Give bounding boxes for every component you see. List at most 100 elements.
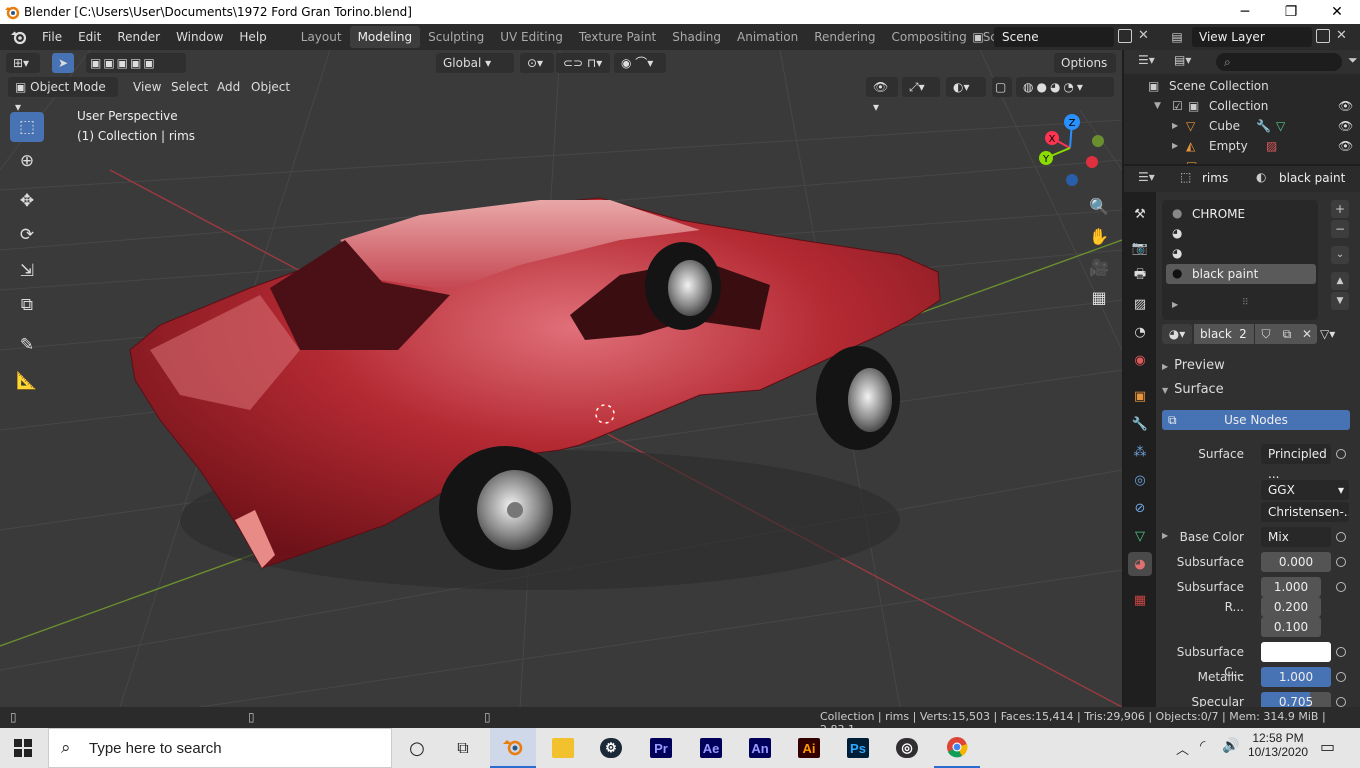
outliner-panel[interactable]: ☰▾ ▤▾ ⌕ ⏷ ▣ Scene Collection ▼ ☑ ▣ Colle… (1124, 50, 1360, 164)
duplicate-material-icon[interactable]: ⧉ (1277, 324, 1297, 344)
visibility-icon[interactable]: 👁▾ (866, 77, 898, 114)
notifications-icon[interactable]: ▭ (1320, 737, 1335, 756)
select-tool-icon[interactable]: ➤ (52, 53, 74, 73)
subsurface-field[interactable]: 0.000 (1261, 552, 1331, 572)
view-layer-icon[interactable]: ▤ (1164, 27, 1190, 47)
empty-visibility-icon[interactable]: 👁 (1338, 136, 1353, 156)
outliner-row-partial[interactable]: ▣ (1124, 156, 1360, 164)
new-scene-icon[interactable] (1118, 29, 1132, 43)
taskbar-premiere[interactable]: Pr (638, 728, 684, 768)
filter-icon[interactable]: ⏷ (1348, 53, 1358, 68)
slot-specials-button[interactable]: ⌄ (1331, 246, 1349, 264)
measure-tool[interactable]: 📐 (10, 366, 44, 396)
tab-texture-paint[interactable]: Texture Paint (571, 26, 664, 48)
scene-icon[interactable]: ▣ (966, 27, 990, 47)
task-view-button[interactable]: ⧉ (440, 728, 486, 768)
menu-file[interactable]: File (34, 24, 70, 50)
proportional-edit-icon[interactable]: ◉ ⌒▾ (614, 53, 666, 73)
navigation-gizmo[interactable]: Z X Y (1030, 110, 1110, 190)
rotate-tool[interactable]: ⟳ (10, 220, 44, 250)
cursor-tool[interactable]: ⊕ (10, 146, 44, 176)
subsurface-color-swatch[interactable] (1261, 642, 1331, 662)
transform-orientation-dropdown[interactable]: Global ▾ (436, 53, 514, 73)
tab-animation[interactable]: Animation (729, 26, 806, 48)
tab-shading[interactable]: Shading (664, 26, 729, 48)
editor-type-icon[interactable]: ⊞▾ (6, 53, 40, 73)
subsurface-color-socket-icon[interactable] (1336, 647, 1346, 657)
preview-panel-header[interactable]: ▶ Preview (1162, 356, 1360, 376)
outliner-row-cube[interactable]: ▶ ▽ Cube 🔧 ▽ 👁 (1124, 116, 1360, 136)
mesh-data-tab-icon[interactable]: ▽ (1128, 524, 1152, 548)
select-mode-icons[interactable]: ▣▣▣▣▣ (86, 53, 186, 73)
display-mode-icon[interactable]: ▤▾ (1174, 53, 1191, 67)
tab-uv-editing[interactable]: UV Editing (492, 26, 571, 48)
taskbar-illustrator[interactable]: Ai (786, 728, 832, 768)
texture-tab-icon[interactable]: ▦ (1128, 588, 1152, 612)
view-layer-tab-icon[interactable]: ▨ (1128, 292, 1152, 316)
maximize-button[interactable]: ❐ (1268, 0, 1314, 24)
menu-window[interactable]: Window (168, 24, 231, 50)
base-color-socket-icon[interactable] (1336, 532, 1346, 542)
snap-icon[interactable]: ⊂⊃ ⊓▾ (556, 53, 610, 73)
taskbar-search-box[interactable]: ⌕ Type here to search (48, 728, 392, 768)
volume-icon[interactable]: 🔊 (1222, 738, 1239, 754)
subsurface-radius-y[interactable]: 0.200 (1261, 597, 1321, 617)
move-slot-down-button[interactable]: ▼ (1331, 292, 1349, 310)
use-nodes-button[interactable]: ⧉ Use Nodes (1162, 410, 1350, 430)
blender-menu-icon[interactable] (10, 29, 28, 45)
base-color-field[interactable]: Mix (1261, 527, 1331, 547)
outliner-row-scene-collection[interactable]: ▣ Scene Collection (1124, 76, 1360, 96)
remove-slot-button[interactable]: − (1331, 220, 1349, 238)
menu-object[interactable]: Object (251, 77, 290, 97)
material-tab-icon[interactable]: ◕ (1128, 552, 1152, 576)
tab-sculpting[interactable]: Sculpting (420, 26, 492, 48)
constraints-tab-icon[interactable]: ⊘ (1128, 496, 1152, 520)
user-count-field[interactable]: 2 (1232, 324, 1254, 344)
pan-hand-icon[interactable]: ✋ (1084, 222, 1114, 250)
gizmo-toggle-icon[interactable]: ⤢▾ (902, 77, 940, 97)
start-button[interactable] (0, 728, 46, 768)
fake-user-icon[interactable]: ⛉ (1255, 324, 1277, 344)
menu-view[interactable]: View (133, 77, 161, 97)
physics-tab-icon[interactable]: ◎ (1128, 468, 1152, 492)
tray-overflow-icon[interactable]: ︿ (1176, 739, 1189, 758)
cube-visibility-icon[interactable]: 👁 (1338, 116, 1353, 136)
material-slot-2[interactable]: ◕ (1166, 224, 1316, 244)
tab-modeling[interactable]: Modeling (349, 26, 421, 48)
metallic-socket-icon[interactable] (1336, 672, 1346, 682)
shading-mode-icons[interactable]: ◍●◕◔▾ (1016, 77, 1114, 97)
outliner-editor-icon[interactable]: ☰▾ (1138, 53, 1155, 67)
outliner-row-empty[interactable]: ▶ ◭ Empty ▨ 👁 (1124, 136, 1360, 156)
network-icon[interactable]: ◜ (1200, 738, 1205, 754)
subsurface-radius-z[interactable]: 0.100 (1261, 617, 1321, 637)
outliner-search-icon[interactable]: ⌕ (1216, 53, 1342, 71)
taskbar-chrome[interactable] (934, 728, 980, 768)
material-slot-black-paint[interactable]: ● black paint (1166, 264, 1316, 284)
ortho-grid-icon[interactable]: ▦ (1084, 283, 1114, 311)
expand-collection-icon[interactable]: ▼ (1154, 96, 1161, 116)
menu-edit[interactable]: Edit (70, 24, 109, 50)
render-tab-icon[interactable]: 📷 (1128, 236, 1152, 260)
surface-socket-icon[interactable] (1336, 449, 1346, 459)
select-box-tool[interactable]: ⬚ (10, 112, 44, 142)
expand-slot-list-icon[interactable]: ▶ (1172, 300, 1178, 309)
properties-editor-icon[interactable]: ☰▾ (1138, 170, 1155, 184)
minimize-button[interactable]: ─ (1222, 0, 1268, 24)
tab-compositing[interactable]: Compositing (883, 26, 974, 48)
taskbar-obs[interactable]: ◎ (884, 728, 930, 768)
scene-tab-icon[interactable]: ◔ (1128, 320, 1152, 344)
collection-checkbox-icon[interactable]: ☑ (1172, 96, 1183, 116)
world-tab-icon[interactable]: ◉ (1128, 348, 1152, 372)
view-layer-field[interactable]: View Layer (1192, 27, 1312, 47)
menu-render[interactable]: Render (109, 24, 168, 50)
metallic-slider[interactable]: 1.000 (1261, 667, 1331, 687)
unlink-material-icon[interactable]: ✕ (1297, 324, 1317, 344)
expand-empty-icon[interactable]: ▶ (1172, 136, 1178, 156)
subsurface-radius-socket-icon[interactable] (1336, 582, 1346, 592)
close-window-button[interactable]: ✕ (1314, 0, 1360, 24)
distribution-dropdown[interactable]: GGX ▾ (1261, 480, 1349, 500)
options-dropdown[interactable]: Options ▾ (1054, 53, 1116, 90)
material-slot-3[interactable]: ◕ (1166, 244, 1316, 264)
zoom-icon[interactable]: 🔍 (1084, 192, 1114, 220)
particles-tab-icon[interactable]: ⁂ (1128, 440, 1152, 464)
